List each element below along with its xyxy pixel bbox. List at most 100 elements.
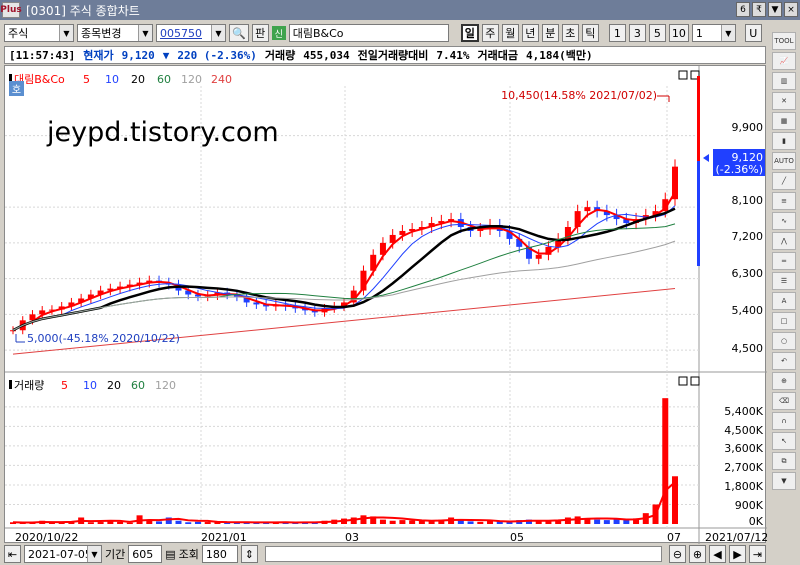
volume-bar [156,521,163,524]
spin-icon[interactable]: ⇕ [240,545,258,563]
view-label: 조회 [178,548,199,561]
search-icon: 🔍 [232,26,246,40]
magnet-icon[interactable]: ∩ [772,412,796,430]
volume-bar [204,522,211,524]
bottom-bar: ⇤ 2021-07-05 ▼ 기간 605 ▤ 조회 180 ⇕ ⊖ ⊕ ◀ ▶ … [4,544,766,564]
chevron-down-icon: ▼ [87,546,101,562]
level-icon[interactable]: ═ [772,252,796,270]
volume-bar [613,519,620,524]
panel-close-button[interactable] [690,376,700,386]
wave-icon[interactable]: ∿ [772,212,796,230]
candle-icon[interactable]: ▮ [772,132,796,150]
undo-icon[interactable]: ↶ [772,352,796,370]
legend-ma240: 240 [211,73,232,86]
legend-marker [9,380,12,389]
interval-5-button[interactable]: 5 [648,24,666,42]
moving-average-line [12,240,676,331]
channel-icon[interactable]: ≡ [772,192,796,210]
zoom-out-icon[interactable]: ⊖ [669,545,686,563]
stock-code-input[interactable]: 005750 ▼ [156,24,226,42]
close-button[interactable]: × [784,2,798,17]
crosshair-icon[interactable]: ✕ [772,92,796,110]
price-range-bar-down [697,161,700,266]
volume-bar [194,521,201,524]
volume-bar [117,521,124,524]
tool-button[interactable]: TOOL [772,32,796,50]
arrow-icon[interactable]: ↖ [772,432,796,450]
erase-icon[interactable]: ⌫ [772,392,796,410]
period-month-button[interactable]: 월 [501,24,519,42]
grid-icon[interactable]: ▦ [772,112,796,130]
rectangle-icon[interactable]: □ [772,312,796,330]
window-title: [0301] 주식 종합차트 [26,3,140,18]
calendar-icon[interactable]: ▤ [165,548,175,561]
candle-body [535,254,542,259]
scroll-left-end-icon[interactable]: ⇤ [4,545,21,563]
bar-chart-icon[interactable]: ▥ [772,72,796,90]
period-tick-button[interactable]: 틱 [581,24,599,42]
horizontal-scrollbar[interactable] [264,546,662,562]
chevron-down-icon: ▼ [211,25,225,41]
zoom-in-icon[interactable]: ⊕ [772,372,796,390]
scroll-right-end-icon[interactable]: ⇥ [749,545,766,563]
chart-svg[interactable]: 대림B&Co 5 10 20 60 120 240 거래량 5 10 20 60… [5,66,768,544]
period-year-button[interactable]: 년 [521,24,539,42]
toolbar: 주식 ▼ 종목변경 ▼ 005750 ▼ 🔍 판 신 대림B&Co 일 주 월 년 분… [0,21,800,45]
pan-button[interactable]: 판 [251,24,269,42]
period-day-button[interactable]: 일 [460,24,479,42]
minimize-button[interactable]: ▼ [768,2,782,17]
pin-button[interactable]: ₹ [752,2,766,17]
volume-bar [399,520,406,524]
y-tick: 900K [735,499,764,512]
volume-bar [185,522,192,524]
copy-icon[interactable]: ⧉ [772,452,796,470]
price-label: 현재가 [83,49,114,62]
period-minute-button[interactable]: 분 [541,24,559,42]
current-price-tag: 9,120 (-2.36%) [703,149,765,176]
price-change: 220 (-2.36%) [177,48,257,62]
down-arrow-icon: ▼ [162,48,170,62]
panel-buttons[interactable] [678,70,700,386]
max-annotation: 10,450(14.58% 2021/07/02) [501,89,657,102]
fibo-icon[interactable]: ☰ [772,272,796,290]
market-select[interactable]: 주식 ▼ [4,24,74,42]
date-select[interactable]: 2021-07-05 ▼ [24,545,102,563]
change-stock-select[interactable]: 종목변경 ▼ [77,24,153,42]
window-button-6[interactable]: 6 [736,2,750,17]
auto-button[interactable]: AUTO [772,152,796,170]
zoom-in-icon[interactable]: ⊕ [689,545,706,563]
interval-select[interactable]: 1 ▼ [691,24,736,42]
current-price-arrow [703,154,709,162]
panel-maximize-button[interactable] [678,70,688,80]
interval-3-button[interactable]: 3 [628,24,646,42]
line-chart-icon[interactable]: 📈 [772,52,796,70]
y-tick: 2,700K [724,461,763,474]
scroll-left-icon[interactable]: ◀ [709,545,726,563]
circle-icon[interactable]: ○ [772,332,796,350]
view-input[interactable]: 180 [201,545,238,563]
time-label: [11:57:43] [9,48,76,62]
trend-icon[interactable]: ╱ [772,172,796,190]
zigzag-icon[interactable]: ⋀ [772,232,796,250]
scroll-down-icon[interactable]: ▼ [772,472,796,490]
current-price-change: (-2.36%) [716,163,764,176]
scroll-right-icon[interactable]: ▶ [729,545,746,563]
watermark: jeypd.tistory.com [46,117,279,148]
interval-1-button[interactable]: 1 [608,24,626,42]
x-tick: 03 [345,531,359,544]
period-second-button[interactable]: 초 [561,24,579,42]
period-week-button[interactable]: 주 [481,24,499,42]
y-tick: 4,500K [724,424,763,437]
panel-maximize-button[interactable] [678,376,688,386]
interval-10-button[interactable]: 10 [668,24,689,42]
volume-bar [662,398,669,524]
right-toolbar: TOOL 📈 ▥ ✕ ▦ ▮ AUTO ╱ ≡ ∿ ⋀ ═ ☰ A □ ○ ↶ … [768,22,800,565]
collapse-button[interactable]: U [744,24,762,42]
search-button[interactable]: 🔍 [229,24,249,42]
period-input[interactable]: 605 [128,545,163,563]
chart-area[interactable]: 대림B&Co 5 10 20 60 120 240 거래량 5 10 20 60… [4,65,768,544]
legend-vol-ma60: 60 [131,379,145,392]
volume-bar [603,520,610,524]
text-icon[interactable]: A [772,292,796,310]
price-legend: 대림B&Co 5 10 20 60 120 240 [9,73,232,86]
